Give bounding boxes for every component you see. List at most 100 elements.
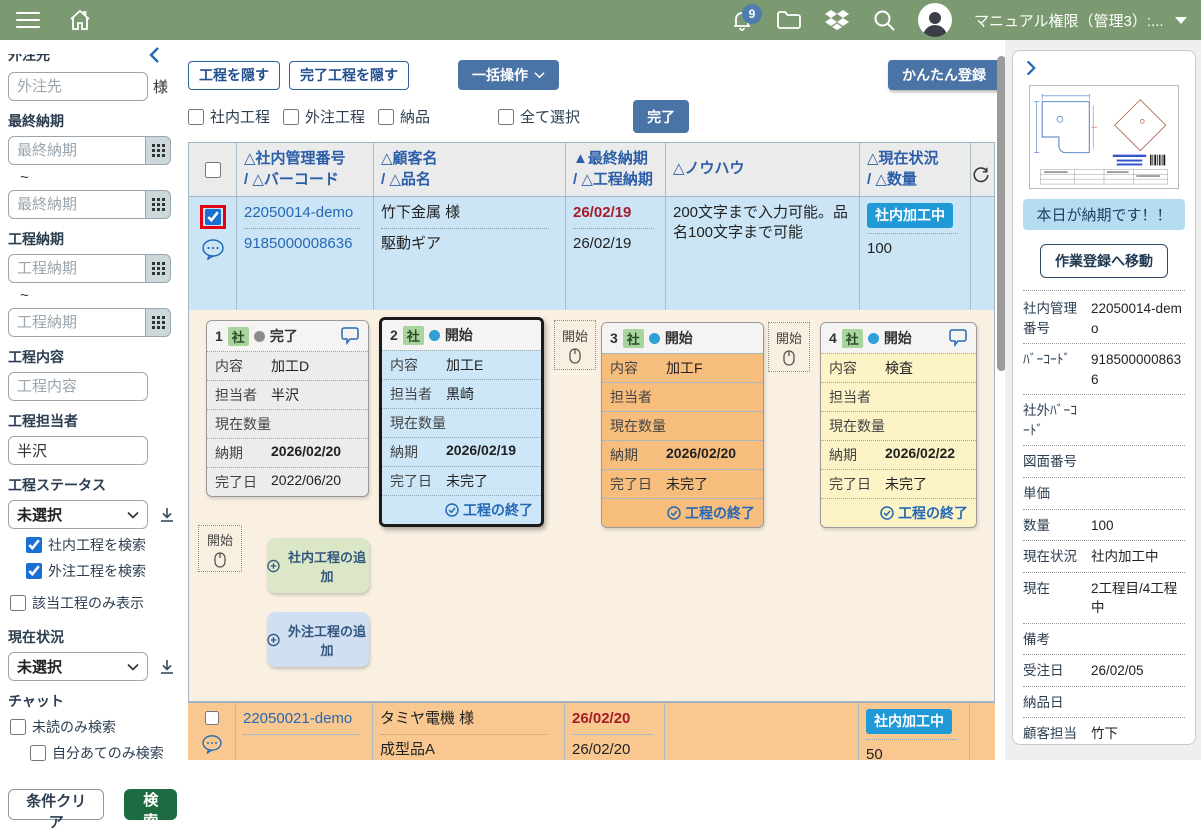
process-board: 1 社 完了 内容 加工D 担当者 半沢 現在数量 納期 2026/02/20 完了日…	[188, 310, 995, 702]
filter-delivery-checkbox[interactable]: 納品	[378, 106, 430, 127]
hide-process-button[interactable]: 工程を隠す	[188, 60, 280, 90]
col-header-status[interactable]: △現在状況	[867, 149, 963, 169]
home-icon[interactable]	[68, 8, 92, 32]
chevron-down-icon	[127, 511, 139, 519]
process-number: 3	[610, 330, 618, 346]
user-menu-caret-icon[interactable]	[1175, 16, 1187, 24]
detail-row: 現在 2工程目/4工程中	[1023, 573, 1185, 624]
table-header-row: △社内管理番号 / △バーコード △顧客名 / △品名 ▲最終納期 / △工程納期 △…	[189, 143, 994, 197]
search-internal-checkbox[interactable]: 社内工程を検索	[26, 535, 177, 555]
range-tilde: ~	[20, 287, 29, 304]
process-card[interactable]: 1 社 完了 内容 加工D 担当者 半沢 現在数量 納期 2026/02/20 完了日…	[206, 320, 369, 497]
table-row[interactable]: 22050021-demo タミヤ電機 様 成型品A 26/02/20 26/0…	[188, 702, 995, 763]
start-drop-zone[interactable]: 開始	[198, 525, 242, 572]
cad-drawing-thumbnail[interactable]	[1029, 85, 1179, 189]
status-dot	[253, 330, 265, 342]
add-external-process-button[interactable]: 外注工程の追加	[267, 612, 369, 667]
table-row[interactable]: 22050014-demo 9185000008636 竹下金属 様 駆動ギア …	[189, 197, 994, 311]
files-folder-icon[interactable]	[776, 8, 802, 32]
add-internal-process-button[interactable]: 社内工程の追加	[267, 538, 369, 593]
process-card[interactable]: 3 社 開始 内容 加工F 担当者 現在数量 納期 2026/02/20 完了日 未完…	[601, 322, 764, 528]
final-due-from-input[interactable]	[8, 136, 146, 165]
detail-row: 社内管理番号 22050014-demo	[1023, 293, 1185, 345]
calendar-icon[interactable]	[146, 308, 171, 337]
current-status-select[interactable]: 未選択	[8, 652, 148, 681]
chat-bubble-icon[interactable]	[200, 734, 224, 754]
order-id-link[interactable]: 22050021-demo	[243, 709, 365, 729]
process-due-date: 26/02/20	[572, 741, 631, 759]
start-drop-zone[interactable]: 開始	[768, 322, 810, 372]
menu-icon[interactable]	[16, 12, 40, 28]
process-due-from-input[interactable]	[8, 254, 146, 283]
start-drop-zone[interactable]: 開始	[554, 320, 596, 370]
calendar-icon[interactable]	[146, 254, 171, 283]
easy-register-button[interactable]: かんたん登録	[888, 60, 1000, 90]
hide-done-process-button[interactable]: 完了工程を隠す	[289, 60, 409, 90]
calendar-icon[interactable]	[146, 136, 171, 165]
process-person: 黒崎	[446, 386, 474, 402]
apply-down-icon[interactable]	[160, 507, 174, 523]
barcode-link[interactable]: 9185000008636	[244, 234, 366, 254]
chat-unread-checkbox[interactable]: 未読のみ検索	[10, 717, 177, 737]
process-content-input[interactable]	[8, 372, 148, 401]
chat-bubble-icon[interactable]	[201, 238, 225, 260]
process-card-selected[interactable]: 2 社 開始 内容 加工E 担当者 黒崎 現在数量 納期 2026/02/19 完了日…	[379, 317, 544, 527]
status-badge: 社内加工中	[867, 203, 953, 228]
finish-process-link[interactable]: 工程の終了	[821, 498, 976, 527]
filter-sidebar: 外注先 様 最終納期 ~ 工程納期 ~ 工程内容 工程担当者 工程ステータス 未…	[0, 40, 185, 831]
outsourcer-input[interactable]	[8, 72, 148, 101]
comment-bubble-icon[interactable]	[948, 329, 968, 347]
goto-work-register-button[interactable]: 作業登録へ移動	[1040, 244, 1168, 278]
filter-internal-checkbox[interactable]: 社内工程	[188, 106, 270, 127]
refresh-icon[interactable]	[972, 166, 990, 190]
complete-button[interactable]: 完了	[633, 100, 690, 133]
row-select-checkbox[interactable]	[204, 209, 221, 225]
detail-row: 備考	[1023, 624, 1185, 656]
quantity-value: 100	[867, 239, 893, 257]
bulk-action-button[interactable]: 一括操作	[458, 60, 559, 90]
order-id-link[interactable]: 22050014-demo	[244, 203, 366, 223]
search-external-checkbox[interactable]: 外注工程を検索	[26, 561, 177, 581]
only-matched-checkbox[interactable]: 該当工程のみ表示	[10, 593, 177, 613]
process-done-date: 未完了	[446, 473, 488, 489]
user-avatar[interactable]	[918, 3, 952, 37]
process-content-label: 工程内容	[8, 349, 64, 365]
header-select-checkbox[interactable]	[204, 161, 221, 178]
mouse-icon	[569, 348, 581, 364]
finish-process-link[interactable]: 工程の終了	[382, 495, 541, 524]
process-due-to-input[interactable]	[8, 308, 146, 337]
detail-row: 社外ﾊﾞｰｺｰﾄﾞ	[1023, 395, 1185, 447]
final-due-to-input[interactable]	[8, 190, 146, 219]
status-dot	[648, 332, 660, 344]
process-content: 加工F	[666, 360, 703, 376]
outsourcer-suffix: 様	[153, 79, 169, 96]
col-header-due[interactable]: ▲最終納期	[573, 149, 658, 169]
process-done-date: 未完了	[885, 476, 927, 492]
filter-external-checkbox[interactable]: 外注工程	[283, 106, 365, 127]
sidebar-collapse-icon[interactable]	[147, 46, 163, 64]
calendar-icon[interactable]	[146, 190, 171, 219]
highlighted-checkbox-marker	[199, 205, 226, 229]
row-select-checkbox[interactable]	[203, 711, 220, 726]
user-account-label[interactable]: マニュアル権限（管理3）:...	[974, 10, 1164, 31]
col-header-knowhow[interactable]: △ノウハウ	[673, 159, 852, 179]
process-content: 加工D	[271, 358, 310, 374]
finish-process-link[interactable]: 工程の終了	[602, 498, 763, 527]
chat-mine-checkbox[interactable]: 自分あてのみ検索	[30, 743, 177, 763]
apply-down-icon[interactable]	[160, 659, 174, 675]
process-person-input[interactable]	[8, 436, 148, 465]
process-status-select[interactable]: 未選択	[8, 500, 148, 529]
search-button[interactable]: 検索	[124, 789, 177, 830]
dropbox-icon[interactable]	[824, 8, 850, 32]
order-detail-panel: 本日が納期です！！ 作業登録へ移動 社内管理番号 22050014-demo ﾊﾞ…	[1012, 50, 1196, 745]
main-content: 工程を隠す 完了工程を隠す 一括操作 かんたん登録 社内工程 外注工程 納品 全…	[185, 40, 1006, 763]
col-header-control-no[interactable]: △社内管理番号	[244, 149, 366, 169]
panel-collapse-icon[interactable]	[1023, 59, 1038, 77]
select-all-checkbox[interactable]: 全て選択	[498, 106, 580, 127]
comment-bubble-icon[interactable]	[340, 327, 360, 345]
clear-conditions-button[interactable]: 条件クリア	[8, 789, 105, 831]
col-header-customer[interactable]: △顧客名	[381, 149, 558, 169]
clipped-label: 外注先	[8, 54, 50, 63]
process-card[interactable]: 4 社 開始 内容 検査 担当者 現在数量 納期 2026/02/22 完了日 未完了…	[820, 322, 977, 528]
search-icon[interactable]	[872, 8, 896, 32]
